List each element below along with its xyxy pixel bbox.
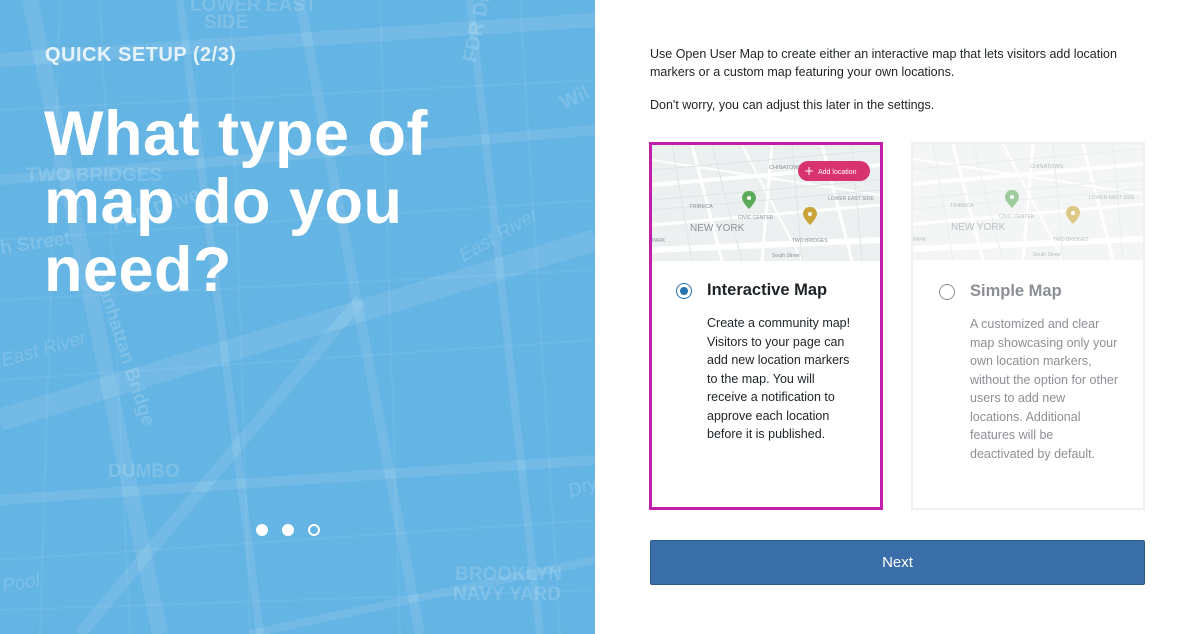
bg-label-brooklyn: BROOKLYN	[455, 564, 562, 585]
intro-text: Use Open User Map to create either an in…	[650, 45, 1150, 114]
map-label-chinatown: CHINATOWN	[1030, 164, 1063, 170]
map-label-lower-east-side: LOWER EAST SIDE	[1089, 195, 1135, 201]
map-label-park: PARK	[913, 237, 927, 243]
simple-map-title: Simple Map	[970, 282, 1062, 300]
interactive-map-radio[interactable]	[676, 283, 692, 299]
bg-label-dumbo: DUMBO	[108, 461, 180, 482]
map-label-chinatown: CHINATOWN	[769, 165, 802, 171]
option-interactive-map[interactable]: TRIBECA CHINATOWN LOWER EAST SIDE CIVIC …	[649, 142, 883, 510]
map-label-tribeca: TRIBECA	[950, 203, 974, 209]
next-button[interactable]: Next	[650, 540, 1145, 585]
map-label-two-bridges: TWO BRIDGES	[792, 238, 828, 244]
pagination-dot-2	[282, 524, 294, 536]
add-location-label: Add location	[818, 169, 857, 176]
intro-panel: LOWER EAST SIDE FDR Drive Wil TWO BRIDGE…	[0, 0, 595, 634]
page-title: What type of map do you need?	[44, 99, 428, 305]
map-label-lower-east-side: LOWER EAST SIDE	[828, 196, 874, 202]
simple-map-description: A customized and clear map showcasing on…	[970, 317, 1119, 461]
option-simple-map[interactable]: TRIBECA CHINATOWN LOWER EAST SIDE CIVIC …	[911, 142, 1145, 510]
intro-description: Use Open User Map to create either an in…	[650, 47, 1117, 79]
add-location-button: + Add location	[798, 161, 870, 181]
interactive-map-thumbnail: TRIBECA CHINATOWN LOWER EAST SIDE CIVIC …	[652, 145, 880, 261]
map-label-civic-center: CIVIC CENTER	[738, 215, 774, 221]
bg-label-side: SIDE	[204, 12, 249, 33]
map-label-new-york: NEW YORK	[951, 222, 1006, 233]
pagination-dot-1	[256, 524, 268, 536]
bg-label-navy-yard: NAVY YARD	[453, 584, 562, 605]
map-label-civic-center: CIVIC CENTER	[999, 214, 1035, 220]
map-label-two-bridges: TWO BRIDGES	[1053, 237, 1089, 243]
setup-step-label: QUICK SETUP (2/3)	[45, 44, 237, 66]
map-label-south-street: South Street	[1033, 252, 1061, 258]
map-label-south-street: South Street	[772, 253, 800, 259]
map-label-tribeca: TRIBECA	[689, 204, 713, 210]
pagination-dot-3	[308, 524, 320, 536]
intro-note: Don't worry, you can adjust this later i…	[650, 98, 935, 112]
map-label-park: PARK	[652, 238, 666, 244]
map-preview: TRIBECA CHINATOWN LOWER EAST SIDE CIVIC …	[652, 145, 880, 261]
simple-map-body: Simple Map A customized and clear map sh…	[913, 260, 1143, 508]
simple-map-thumbnail: TRIBECA CHINATOWN LOWER EAST SIDE CIVIC …	[913, 144, 1143, 260]
interactive-map-title: Interactive Map	[707, 281, 828, 299]
background-map	[0, 0, 595, 634]
interactive-map-body: Interactive Map Create a community map! …	[652, 261, 880, 507]
interactive-map-description: Create a community map! Visitors to your…	[707, 316, 851, 441]
map-label-new-york: NEW YORK	[690, 223, 745, 234]
plus-icon: +	[804, 164, 814, 178]
simple-map-radio[interactable]	[939, 284, 955, 300]
pagination-dots	[256, 524, 320, 536]
map-preview: TRIBECA CHINATOWN LOWER EAST SIDE CIVIC …	[913, 144, 1143, 260]
